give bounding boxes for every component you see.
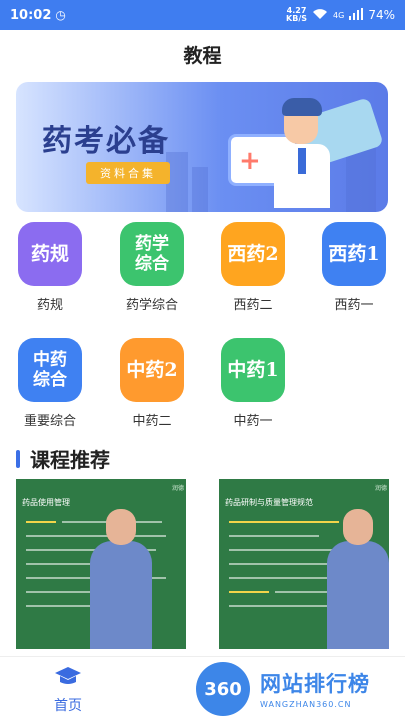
banner-headline: 药考必备 (42, 124, 170, 159)
category-tile: 西药2 (221, 222, 285, 286)
section-course-recommend: 课程推荐 (16, 444, 110, 473)
graduation-cap-icon (54, 665, 82, 687)
battery-level: 74% (368, 8, 395, 22)
network-type: 4G (333, 10, 345, 20)
banner-tag: 资料合集 (86, 162, 170, 184)
category-tile: 中药2 (120, 338, 184, 402)
teacher-image (327, 509, 389, 649)
network-speed-unit: KB/S (286, 14, 308, 23)
category-xiyao-2[interactable]: 西药2 西药二 (218, 222, 288, 313)
category-zhongyao-2[interactable]: 中药2 中药二 (117, 338, 187, 429)
watermark-badge: 360 (196, 662, 250, 716)
section-accent-bar (16, 449, 20, 468)
category-label: 药规 (36, 298, 63, 313)
category-label: 西药一 (334, 298, 374, 313)
watermark-url: WANGZHAN360.CN (260, 700, 352, 709)
doctor-illustration (274, 98, 330, 208)
watermark-title: 网站排行榜 (260, 672, 370, 696)
signal-icon (349, 7, 364, 23)
course-brand: 润德 (171, 485, 184, 492)
tab-home[interactable]: 首页 (38, 665, 98, 715)
teacher-image (90, 509, 152, 649)
category-label: 中药二 (132, 414, 172, 429)
category-yaoxue-zonghe[interactable]: 药学综合 药学综合 (117, 222, 187, 313)
course-title: 药品研制与质量管理规范 (225, 498, 313, 507)
category-zhongyao-zonghe[interactable]: 中药综合 重要综合 (15, 338, 85, 429)
network-speed: 4.27 KB/S (286, 7, 307, 23)
course-brand: 润德 (374, 485, 387, 492)
watermark-logo: 360 网站排行榜 WANGZHAN360.CN (196, 662, 405, 720)
category-tile: 药学综合 (120, 222, 184, 286)
alarm-icon: ◷ (55, 8, 66, 22)
category-zhongyao-1[interactable]: 中药1 中药一 (218, 338, 288, 429)
category-xiyao-1[interactable]: 西药1 西药一 (319, 222, 389, 313)
course-card[interactable]: 药品研制与质量管理规范 润德 (219, 479, 389, 649)
status-time: 10:02 (10, 7, 52, 23)
wifi-icon (312, 8, 328, 23)
category-label: 西药二 (233, 298, 273, 313)
category-tile: 西药1 (322, 222, 386, 286)
category-tile: 药规 (18, 222, 82, 286)
status-bar: 10:02 ◷ 4.27 KB/S 4G 74% (0, 0, 405, 30)
section-title-text: 课程推荐 (30, 448, 110, 472)
course-title: 药品使用管理 (22, 498, 70, 507)
course-card[interactable]: 药品使用管理 润德 (16, 479, 186, 649)
category-yaogui[interactable]: 药规 药规 (15, 222, 85, 313)
category-label: 中药一 (233, 414, 273, 429)
category-label: 重要综合 (23, 414, 76, 429)
category-label: 药学综合 (125, 298, 178, 313)
category-tile: 中药综合 (18, 338, 82, 402)
tab-home-label: 首页 (54, 698, 82, 714)
page-title: 教程 (183, 44, 222, 67)
category-tile: 中药1 (221, 338, 285, 402)
promo-banner[interactable]: 药考必备 资料合集 + (16, 82, 388, 212)
